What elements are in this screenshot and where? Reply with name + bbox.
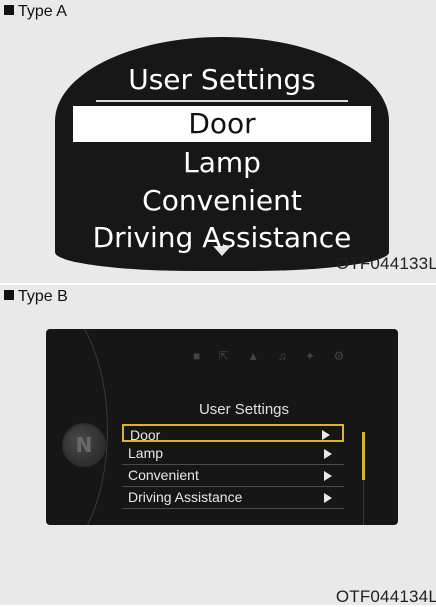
type-b-panel: Type B N ■ ⇱ ▲ ♫ ✦ ⚙ User Settings Door …: [0, 285, 436, 606]
menu-item-label: Driving Assistance: [128, 489, 243, 505]
type-b-figure-code: OTF044134L: [335, 587, 436, 606]
type-b-menu-item-convenient[interactable]: Convenient: [122, 465, 344, 487]
drive-mode-knob: N: [62, 423, 106, 467]
top-icon-row: ■ ⇱ ▲ ♫ ✦ ⚙: [193, 347, 358, 365]
title-underline: [96, 100, 348, 102]
chevron-right-icon: [322, 430, 330, 440]
scroll-down-icon[interactable]: [213, 246, 231, 256]
type-a-menu-item-lamp[interactable]: Lamp: [55, 145, 389, 181]
seat-icon: ■: [193, 349, 201, 363]
type-b-menu-item-driving-assistance[interactable]: Driving Assistance: [122, 487, 344, 509]
type-b-cluster-display: N ■ ⇱ ▲ ♫ ✦ ⚙ User Settings Door Lamp Co…: [46, 329, 398, 525]
type-a-menu-item-door[interactable]: Door: [73, 106, 371, 142]
type-b-menu-item-door[interactable]: Door: [122, 424, 344, 443]
type-a-menu-title: User Settings: [128, 63, 316, 96]
gear-icon: ⚙: [333, 349, 345, 363]
door-icon: ⇱: [218, 349, 229, 363]
chevron-right-icon: [324, 493, 332, 503]
car-icon: ▲: [247, 349, 260, 363]
square-bullet-icon: [4, 290, 14, 300]
type-a-label: Type A: [4, 3, 67, 21]
type-a-label-text: Type A: [18, 3, 67, 20]
wrench-icon: ✦: [305, 349, 316, 363]
gear-letter: N: [75, 433, 93, 457]
music-icon: ♫: [277, 349, 287, 363]
type-a-cluster-display: User Settings Door Lamp Convenient Drivi…: [55, 37, 389, 271]
type-b-menu-title: User Settings: [198, 401, 290, 418]
type-a-panel: Type A User Settings Door Lamp Convenien…: [0, 0, 436, 283]
scrollbar-track[interactable]: [363, 480, 364, 525]
menu-item-label: Convenient: [128, 467, 199, 483]
type-b-menu-item-lamp[interactable]: Lamp: [122, 443, 344, 465]
type-a-figure-code: OTF044133L: [335, 254, 436, 273]
type-a-menu-item-convenient[interactable]: Convenient: [55, 183, 389, 219]
menu-item-label: Lamp: [128, 445, 164, 461]
type-b-label-text: Type B: [18, 288, 68, 305]
type-b-label: Type B: [4, 288, 68, 306]
square-bullet-icon: [4, 5, 14, 15]
scrollbar-thumb[interactable]: [362, 432, 365, 480]
chevron-right-icon: [324, 471, 332, 481]
menu-item-label: Door: [130, 427, 161, 443]
chevron-right-icon: [324, 449, 332, 459]
